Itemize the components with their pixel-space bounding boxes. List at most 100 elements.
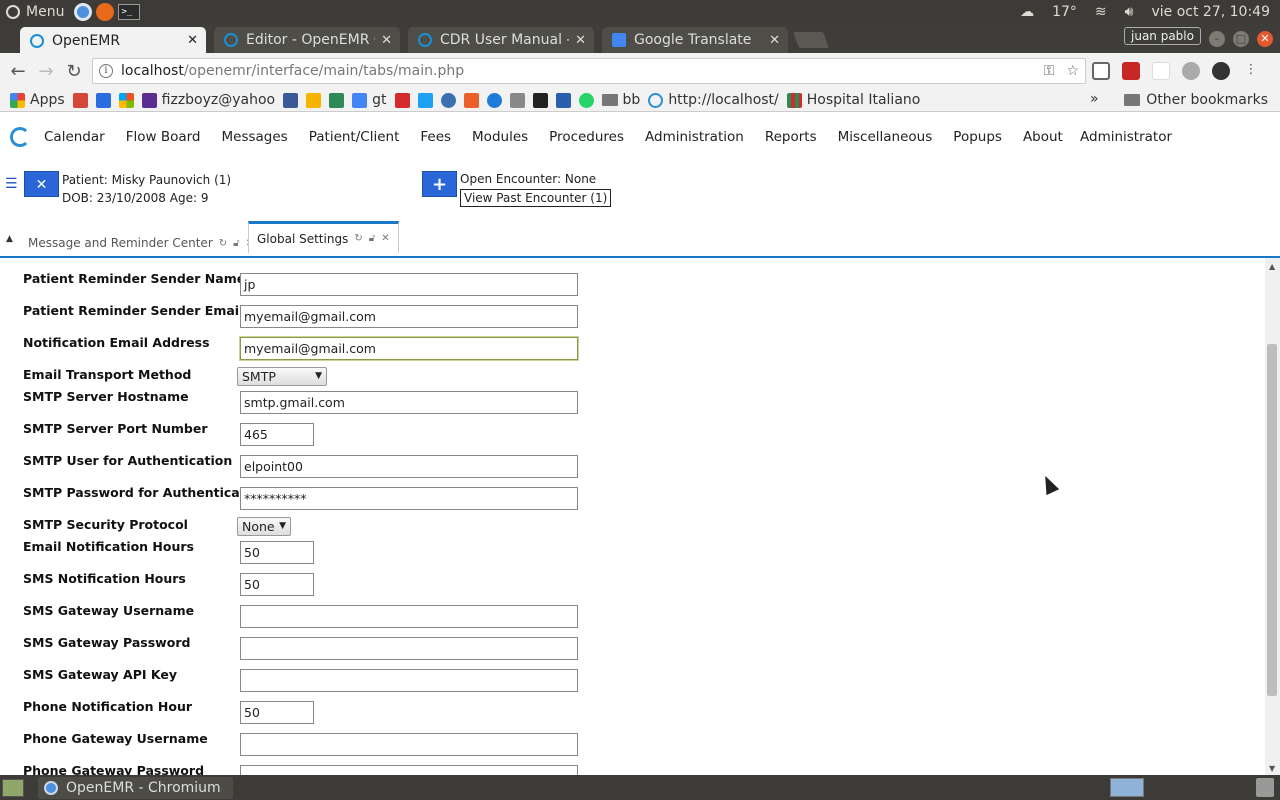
patient-name[interactable]: Patient: Misky Paunovich (1) <box>62 171 231 189</box>
reload-icon[interactable]: ↻ <box>60 61 88 82</box>
system-menu-button[interactable]: Menu <box>0 4 64 20</box>
close-icon[interactable]: ✕ <box>187 33 198 48</box>
workspace-switcher-icon[interactable] <box>1110 778 1144 797</box>
bookmark-yahoo[interactable]: fizzboyz@yahoo <box>141 92 275 108</box>
smtp-server-port-input[interactable]: 465 <box>240 423 314 446</box>
patient-reminder-sender-name-input[interactable]: jp <box>240 273 578 296</box>
bookmark-windows[interactable] <box>118 92 134 108</box>
key-icon[interactable]: ⚿ <box>1044 63 1055 79</box>
menu-miscellaneous[interactable]: Miscellaneous <box>838 129 933 145</box>
bookmark-localhost[interactable]: http://localhost/ <box>648 92 779 108</box>
minimize-icon[interactable]: – <box>1209 31 1225 47</box>
collapse-caret-icon[interactable]: ▲ <box>6 234 13 244</box>
bookmark-help[interactable] <box>486 92 502 108</box>
patient-search-icon[interactable]: ☰ <box>5 176 21 192</box>
email-transport-method-select[interactable]: SMTP ▼ <box>237 367 327 386</box>
notification-email-address-input[interactable]: myemail@gmail.com <box>240 337 578 360</box>
show-desktop-icon[interactable] <box>2 778 24 797</box>
close-icon[interactable]: ✕ <box>769 33 780 48</box>
view-past-encounter-dropdown[interactable]: View Past Encounter (1) <box>460 189 612 207</box>
chromium-launcher-icon[interactable] <box>74 3 93 21</box>
refresh-icon[interactable]: ↻ <box>219 238 227 249</box>
browser-tab-google-translate[interactable]: Google Translate ✕ <box>602 27 788 53</box>
adblock-icon[interactable] <box>1182 62 1200 80</box>
phone-notification-hour-input[interactable]: 50 <box>240 701 314 724</box>
bookmark-udemy[interactable] <box>463 92 479 108</box>
content-scrollbar[interactable]: ▲ ▼ <box>1265 258 1280 775</box>
evernote-icon[interactable] <box>1212 62 1230 80</box>
tab-global-settings[interactable]: Global Settings ↻ 🔓︎ ✕ <box>248 221 399 253</box>
sms-gateway-username-input[interactable] <box>240 605 578 628</box>
unlock-icon[interactable]: 🔓︎ <box>233 238 239 249</box>
clear-patient-button[interactable]: ✕ <box>24 171 59 197</box>
other-bookmarks[interactable]: Other bookmarks <box>1116 92 1268 108</box>
menu-modules[interactable]: Modules <box>472 129 528 145</box>
menu-reports[interactable]: Reports <box>765 129 817 145</box>
address-bar[interactable]: i localhost/openemr/interface/main/tabs/… <box>92 58 1086 84</box>
maximize-icon[interactable]: □ <box>1233 31 1249 47</box>
smtp-user-input[interactable]: elpoint00 <box>240 455 578 478</box>
firefox-launcher-icon[interactable] <box>96 3 115 21</box>
phone-gateway-password-input[interactable] <box>240 765 578 775</box>
bookmark-whatsapp[interactable] <box>578 92 594 108</box>
bookmark-facebook[interactable] <box>283 92 299 108</box>
close-icon[interactable]: ✕ <box>381 233 389 244</box>
new-tab-button[interactable] <box>793 32 829 48</box>
smtp-server-hostname-input[interactable]: smtp.gmail.com <box>240 391 578 414</box>
volume-icon[interactable]: 🔊︎ <box>1125 4 1134 20</box>
menu-flow-board[interactable]: Flow Board <box>126 129 201 145</box>
bookmark-plex[interactable] <box>532 92 548 108</box>
smtp-password-input[interactable]: ********** <box>240 487 578 510</box>
sms-gateway-password-input[interactable] <box>240 637 578 660</box>
browser-tab-cdr-manual[interactable]: CDR User Manual - C ✕ <box>408 27 594 53</box>
bookmark-blue[interactable] <box>440 92 456 108</box>
scroll-up-arrow-icon[interactable]: ▲ <box>1269 262 1275 271</box>
datetime-label[interactable]: vie oct 27, 10:49 <box>1151 4 1270 20</box>
taskbar-window-openemr[interactable]: OpenEMR - Chromium <box>38 776 233 799</box>
back-arrow-icon[interactable]: ← <box>4 61 32 82</box>
browser-tab-editor[interactable]: Editor - OpenEMR C ✕ <box>214 27 400 53</box>
forward-arrow-icon[interactable]: → <box>32 61 60 82</box>
weather-icon[interactable]: ☁ <box>1020 4 1034 20</box>
email-notification-hours-input[interactable]: 50 <box>240 541 314 564</box>
bookmark-gmail[interactable] <box>72 92 88 108</box>
bookmark-mail[interactable] <box>95 92 111 108</box>
refresh-icon[interactable]: ↻ <box>354 233 362 244</box>
bookmark-calendar[interactable] <box>555 92 571 108</box>
chrome-menu-icon[interactable]: ⋮ <box>1242 62 1260 80</box>
bookmark-extension-icon[interactable] <box>1122 62 1140 80</box>
menu-messages[interactable]: Messages <box>222 129 288 145</box>
menu-procedures[interactable]: Procedures <box>549 129 624 145</box>
bookmark-red[interactable] <box>394 92 410 108</box>
bookmark-evernote[interactable] <box>329 92 345 108</box>
scroll-down-arrow-icon[interactable]: ▼ <box>1269 764 1275 773</box>
bookmark-twitter[interactable] <box>417 92 433 108</box>
info-icon[interactable]: i <box>99 64 113 78</box>
phone-gateway-username-input[interactable] <box>240 733 578 756</box>
wifi-icon[interactable]: ≋ <box>1095 4 1107 20</box>
smtp-security-protocol-select[interactable]: None ▼ <box>237 517 291 536</box>
sms-notification-hours-input[interactable]: 50 <box>240 573 314 596</box>
close-icon[interactable]: ✕ <box>575 33 586 48</box>
menu-fees[interactable]: Fees <box>420 129 451 145</box>
bookmark-hospital[interactable]: Hospital Italiano <box>786 92 920 108</box>
menu-about[interactable]: About <box>1023 129 1063 145</box>
scroll-thumb[interactable] <box>1267 344 1277 696</box>
menu-calendar[interactable]: Calendar <box>44 129 105 145</box>
menu-patient-client[interactable]: Patient/Client <box>309 129 400 145</box>
bookmark-folder-bb[interactable]: bb <box>601 92 640 108</box>
menu-popups[interactable]: Popups <box>953 129 1002 145</box>
wordreference-icon[interactable] <box>1152 62 1170 80</box>
browser-tab-openemr[interactable]: OpenEMR ✕ <box>20 27 206 54</box>
browser-profile-badge[interactable]: juan pablo <box>1124 27 1201 45</box>
close-icon[interactable]: ✕ <box>381 33 392 48</box>
bookmark-apps[interactable]: Apps <box>10 92 65 108</box>
bookmarks-more-chevron-icon[interactable]: » <box>1090 91 1099 107</box>
new-encounter-button[interactable]: + <box>422 171 457 197</box>
bookmark-gray[interactable] <box>509 92 525 108</box>
sms-gateway-api-key-input[interactable] <box>240 669 578 692</box>
bookmark-keep[interactable] <box>306 92 322 108</box>
terminal-launcher-icon[interactable]: >_ <box>118 4 141 20</box>
unlock-icon[interactable]: 🔓︎ <box>369 233 375 244</box>
menu-administration[interactable]: Administration <box>645 129 744 145</box>
